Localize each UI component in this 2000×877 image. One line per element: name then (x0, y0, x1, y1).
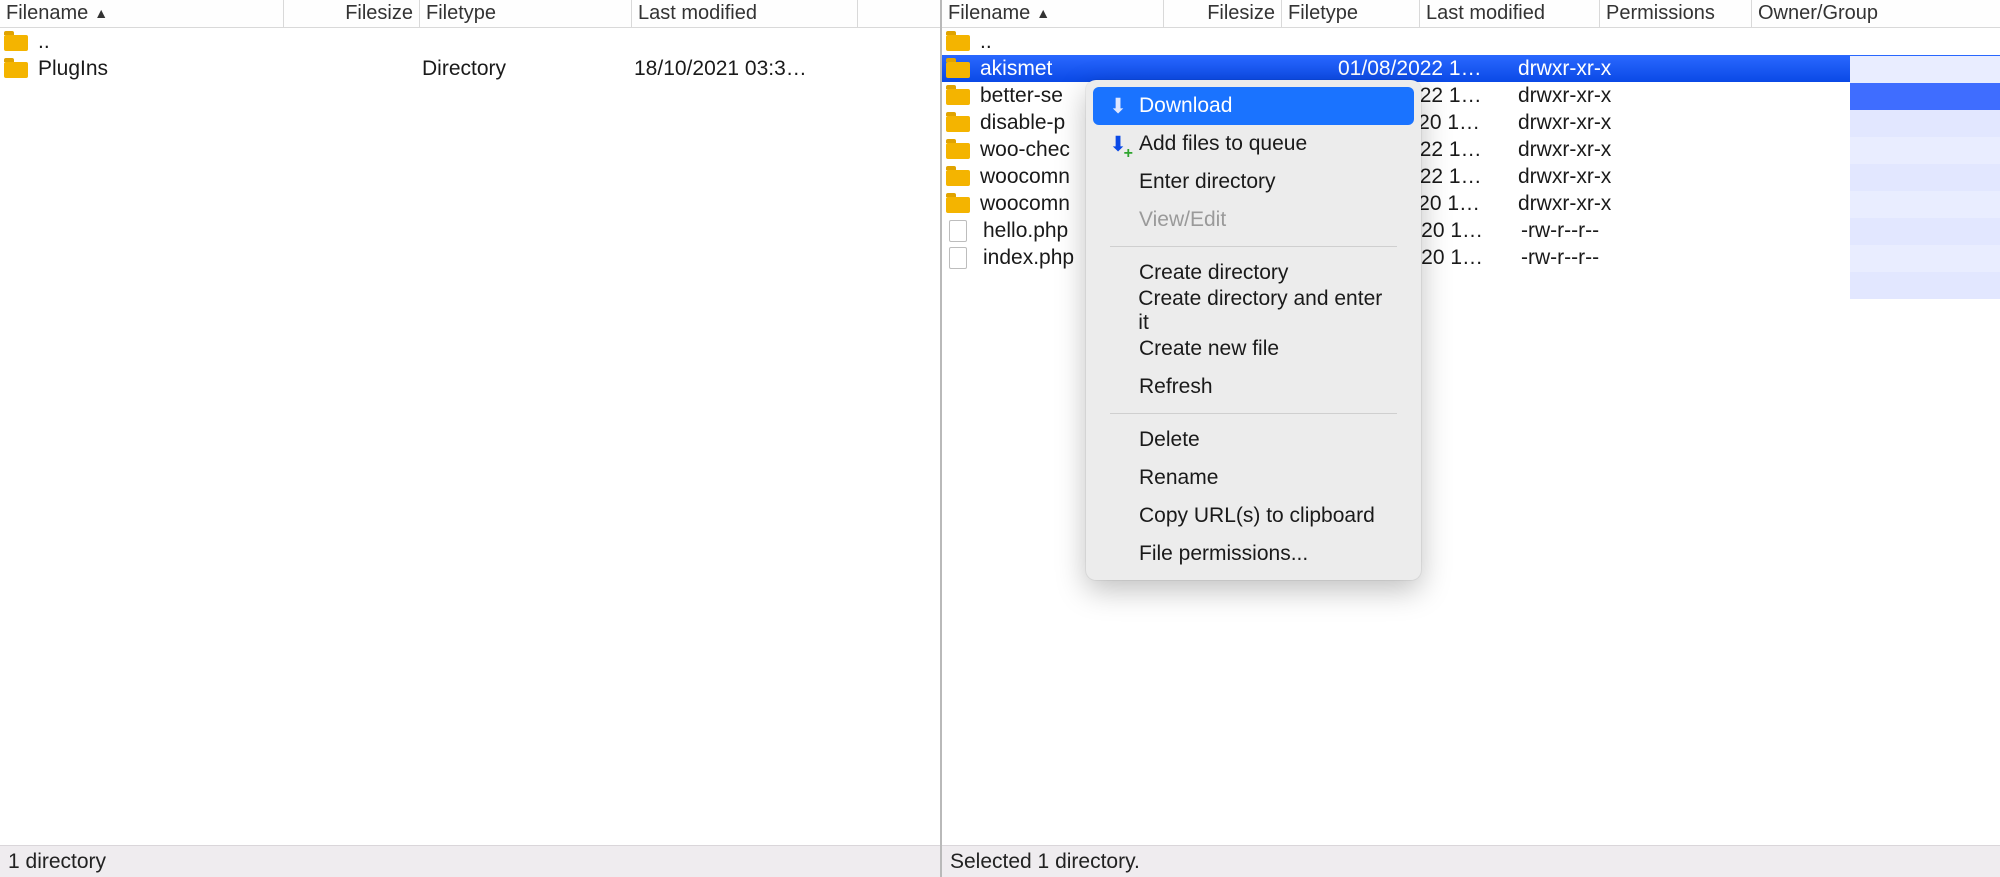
local-list[interactable]: .. PlugIns Directory 18/10/2021 03:3… (0, 28, 940, 845)
menu-item-copy-url-s-to-clipboard[interactable]: Copy URL(s) to clipboard (1093, 497, 1414, 535)
menu-item-view-edit: View/Edit (1093, 201, 1414, 239)
add-to-queue-icon: ⬇ (1107, 132, 1129, 157)
menu-item-download[interactable]: ⬇ Download (1093, 87, 1414, 125)
menu-item-enter-directory[interactable]: Enter directory (1093, 163, 1414, 201)
list-item[interactable]: akismet 01/08/2022 1…drwxr-xr-x (942, 55, 2000, 82)
col-filename[interactable]: Filename ▲ (0, 0, 284, 27)
menu-item-label: Delete (1139, 428, 1200, 452)
menu-item-label: Rename (1139, 466, 1218, 490)
col-filetype[interactable]: Filetype (1282, 0, 1420, 27)
sort-asc-icon: ▲ (94, 5, 108, 21)
file-name: woo-chec (978, 138, 1074, 162)
menu-separator (1110, 413, 1397, 414)
file-modified: 18/10/2021 03:3… (632, 57, 858, 81)
file-permissions: -rw-r--r-- (1519, 219, 1671, 243)
folder-icon (946, 89, 970, 105)
file-name: akismet (978, 57, 1074, 81)
col-ownergroup[interactable]: Owner/Group (1752, 0, 2000, 27)
menu-item-label: Add files to queue (1139, 132, 1307, 156)
menu-item-label: Download (1139, 94, 1232, 118)
file-type: Directory (420, 57, 632, 81)
menu-item-label: Copy URL(s) to clipboard (1139, 504, 1375, 528)
list-item[interactable]: PlugIns Directory 18/10/2021 03:3… (0, 55, 940, 82)
folder-icon (4, 35, 28, 51)
sort-asc-icon: ▲ (1036, 5, 1050, 21)
folder-icon (946, 197, 970, 213)
menu-item-file-permissions[interactable]: File permissions... (1093, 535, 1414, 573)
folder-icon (946, 170, 970, 186)
file-name: .. (978, 30, 1074, 54)
col-lastmodified[interactable]: Last modified (1420, 0, 1600, 27)
file-name: woocomn (978, 165, 1074, 189)
folder-icon (946, 116, 970, 132)
list-item[interactable]: .. (942, 28, 2000, 55)
file-permissions: drwxr-xr-x (1516, 57, 1668, 81)
file-name: hello.php (981, 219, 1077, 243)
file-permissions: drwxr-xr-x (1516, 84, 1668, 108)
file-permissions: drwxr-xr-x (1516, 192, 1668, 216)
menu-item-add-files-to-queue[interactable]: ⬇ Add files to queue (1093, 125, 1414, 163)
file-name: .. (36, 30, 284, 54)
menu-item-refresh[interactable]: Refresh (1093, 368, 1414, 406)
menu-item-label: Refresh (1139, 375, 1213, 399)
col-permissions[interactable]: Permissions (1600, 0, 1752, 27)
menu-item-create-new-file[interactable]: Create new file (1093, 330, 1414, 368)
col-filename[interactable]: Filename ▲ (942, 0, 1164, 27)
file-permissions: drwxr-xr-x (1516, 138, 1668, 162)
col-filetype[interactable]: Filetype (420, 0, 632, 27)
file-name: better-se (978, 84, 1074, 108)
menu-item-label: Create directory and enter it (1138, 287, 1390, 335)
col-lastmodified[interactable]: Last modified (632, 0, 858, 27)
context-menu: ⬇ Download ⬇ Add files to queue Enter direct… (1086, 80, 1421, 580)
file-icon (949, 247, 967, 269)
menu-separator (1110, 246, 1397, 247)
file-name: PlugIns (36, 57, 284, 81)
local-columns: Filename ▲ Filesize Filetype Last modifi… (0, 0, 940, 28)
menu-item-rename[interactable]: Rename (1093, 459, 1414, 497)
col-spacer (858, 0, 940, 27)
file-modified: 01/08/2022 1… (1336, 57, 1516, 81)
ftp-dual-pane: Filename ▲ Filesize Filetype Last modifi… (0, 0, 2000, 877)
local-status: 1 directory (0, 845, 940, 877)
menu-item-label: View/Edit (1139, 208, 1226, 232)
menu-item-create-directory-and-enter-it[interactable]: Create directory and enter it (1093, 292, 1414, 330)
file-permissions: drwxr-xr-x (1516, 165, 1668, 189)
menu-item-label: Create new file (1139, 337, 1279, 361)
remote-columns: Filename ▲ Filesize Filetype Last modifi… (942, 0, 2000, 28)
menu-item-label: File permissions... (1139, 542, 1308, 566)
folder-icon (946, 62, 970, 78)
file-name: disable-p (978, 111, 1074, 135)
col-filesize[interactable]: Filesize (1164, 0, 1282, 27)
menu-item-delete[interactable]: Delete (1093, 421, 1414, 459)
menu-item-label: Enter directory (1139, 170, 1276, 194)
download-icon: ⬇ (1107, 94, 1129, 119)
file-permissions: drwxr-xr-x (1516, 111, 1668, 135)
list-item[interactable]: .. (0, 28, 940, 55)
file-name: woocomn (978, 192, 1074, 216)
owner-group-redacted (1850, 56, 2000, 299)
remote-status: Selected 1 directory. (942, 845, 2000, 877)
file-permissions: -rw-r--r-- (1519, 246, 1671, 270)
col-filesize[interactable]: Filesize (284, 0, 420, 27)
file-icon (949, 220, 967, 242)
folder-icon (946, 35, 970, 51)
menu-item-label: Create directory (1139, 261, 1288, 285)
local-pane: Filename ▲ Filesize Filetype Last modifi… (0, 0, 942, 877)
folder-icon (946, 143, 970, 159)
folder-icon (4, 62, 28, 78)
file-name: index.php (981, 246, 1077, 270)
